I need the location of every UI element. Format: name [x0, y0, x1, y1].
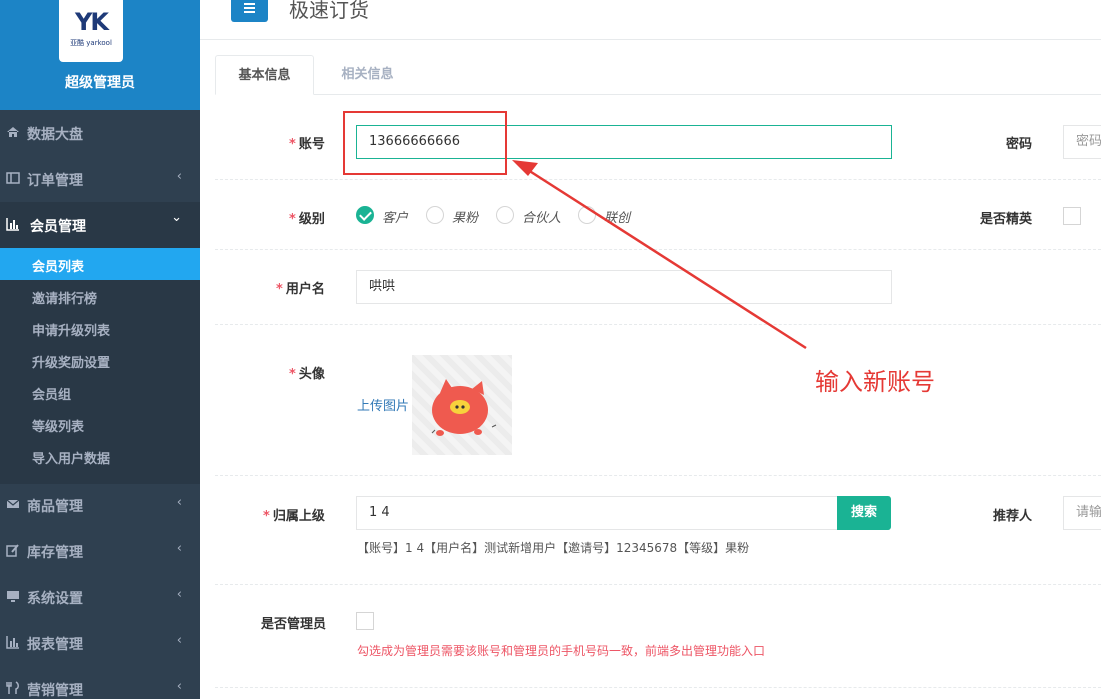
is-admin-label: 是否管理员: [261, 617, 327, 632]
level-option-label: 联创: [604, 211, 631, 226]
form-tabs: 基本信息 相关信息: [215, 55, 1101, 95]
menu-toggle-button[interactable]: [231, 0, 268, 22]
monitor-icon: [7, 591, 19, 602]
elite-checkbox[interactable]: [1063, 207, 1081, 225]
sidebar-item-label: 系统设置: [27, 591, 83, 607]
submenu-label: 会员组: [32, 388, 72, 403]
chevron-left-icon: ‹: [176, 541, 182, 556]
is-admin-checkbox[interactable]: [356, 612, 374, 630]
sidebar-item-label: 库存管理: [27, 545, 83, 561]
tab-related-info[interactable]: 相关信息: [314, 55, 421, 95]
submenu-upgrade-rewards[interactable]: 升级奖励设置: [0, 344, 200, 376]
sidebar-item-label: 营销管理: [27, 683, 83, 699]
page-title: 极速订货: [289, 0, 369, 22]
username-label: * 用户名: [276, 282, 325, 297]
submenu-label: 会员列表: [32, 260, 85, 275]
row-divider: [215, 179, 1101, 180]
submenu-label: 申请升级列表: [32, 324, 111, 339]
submenu-member-groups[interactable]: 会员组: [0, 376, 200, 408]
level-option-label: 合伙人: [522, 211, 562, 226]
referrer-input[interactable]: 请输: [1063, 496, 1101, 530]
annotation-text: 输入新账号: [815, 368, 935, 396]
sidebar-item-members[interactable]: 会员管理 ⌄: [0, 202, 200, 248]
sidebar-item-label: 会员管理: [30, 219, 86, 235]
password-label: 密码: [1006, 137, 1033, 152]
elite-label: 是否精英: [980, 212, 1033, 227]
referrer-label: 推荐人: [993, 509, 1033, 524]
chevron-down-icon: ⌄: [171, 210, 182, 225]
bar-chart-icon: [6, 636, 19, 649]
brand-header: YK 亚酷 yarkool 超级管理员: [0, 0, 200, 110]
submenu-label: 等级列表: [32, 420, 85, 435]
sidebar-item-products[interactable]: 商品管理 ‹: [0, 482, 200, 528]
submenu-member-list[interactable]: 会员列表: [0, 248, 200, 280]
account-label: * 账号: [289, 137, 325, 152]
username-input[interactable]: 哄哄: [356, 270, 892, 304]
sidebar: YK 亚酷 yarkool 超级管理员 数据大盘 订单管理 ‹ 会员管理 ⌄ 会…: [0, 0, 200, 699]
sidebar-item-label: 报表管理: [27, 637, 83, 653]
sidebar-item-label: 订单管理: [27, 173, 83, 189]
row-divider: [215, 249, 1101, 250]
sidebar-item-label: 商品管理: [27, 499, 83, 515]
submenu-label: 邀请排行榜: [32, 292, 98, 307]
level-option-label: 果粉: [452, 211, 479, 226]
level-radio-partner[interactable]: [496, 206, 514, 224]
chevron-left-icon: ‹: [176, 495, 182, 510]
chevron-left-icon: ‹: [176, 587, 182, 602]
sidebar-item-marketing[interactable]: 营销管理 ‹: [0, 666, 200, 699]
level-option-label: 客户: [382, 211, 409, 226]
admin-hint-text: 勾选成为管理员需要该账号和管理员的手机号码一致，前端多出管理功能入口: [357, 644, 766, 658]
sidebar-item-orders[interactable]: 订单管理 ‹: [0, 156, 200, 202]
home-icon: [7, 127, 19, 137]
level-radio-customer[interactable]: [356, 206, 374, 224]
order-icon: [6, 172, 20, 184]
tab-basic-info[interactable]: 基本信息: [215, 55, 314, 95]
logo-mark: YK: [75, 8, 109, 36]
submenu-import-users[interactable]: 导入用户数据: [0, 440, 200, 472]
row-divider: [215, 584, 1101, 585]
submenu-level-list[interactable]: 等级列表: [0, 408, 200, 440]
row-divider: [215, 475, 1101, 476]
level-label: * 级别: [289, 212, 325, 227]
row-divider: [215, 687, 1101, 688]
annotation-highlight-box: [343, 111, 507, 175]
parent-label: * 归属上级: [263, 509, 325, 524]
logo-subtitle: 亚酷 yarkool: [70, 39, 112, 47]
submenu-upgrade-requests[interactable]: 申请升级列表: [0, 312, 200, 344]
logo: YK 亚酷 yarkool: [59, 0, 123, 62]
chevron-left-icon: ‹: [176, 633, 182, 648]
upload-image-link[interactable]: 上传图片: [357, 395, 409, 414]
pig-avatar-icon: [431, 379, 497, 436]
row-divider: [215, 324, 1101, 325]
level-radio-cofounder[interactable]: [578, 206, 596, 224]
user-role: 超级管理员: [65, 75, 135, 91]
sidebar-item-settings[interactable]: 系统设置 ‹: [0, 574, 200, 620]
submenu-label: 导入用户数据: [32, 452, 111, 467]
parent-info-text: 【账号】1 4【用户名】测试新增用户【邀请号】12345678【等级】果粉: [357, 541, 750, 555]
envelope-icon: [6, 499, 20, 508]
submenu-invite-ranking[interactable]: 邀请排行榜: [0, 280, 200, 312]
search-button[interactable]: 搜索: [837, 496, 891, 530]
sidebar-item-label: 数据大盘: [27, 127, 83, 143]
chevron-left-icon: ‹: [176, 169, 182, 184]
sidebar-item-inventory[interactable]: 库存管理 ‹: [0, 528, 200, 574]
parent-input[interactable]: 1 4: [356, 496, 838, 530]
avatar-label: * 头像: [289, 367, 325, 382]
avatar-image: [412, 355, 512, 455]
submenu-label: 升级奖励设置: [32, 356, 111, 371]
member-submenu: 会员列表 邀请排行榜 申请升级列表 升级奖励设置 会员组 等级列表 导入用户数据: [0, 248, 200, 484]
edit-icon: [6, 544, 19, 557]
sidebar-item-reports[interactable]: 报表管理 ‹: [0, 620, 200, 666]
password-input[interactable]: 密码: [1063, 125, 1101, 159]
top-bar: 极速订货: [200, 0, 1101, 40]
chevron-left-icon: ‹: [176, 679, 182, 694]
cutlery-icon: [6, 681, 19, 694]
sidebar-item-dashboard[interactable]: 数据大盘: [0, 110, 200, 156]
bar-chart-icon: [6, 218, 19, 231]
level-radio-fan[interactable]: [426, 206, 444, 224]
